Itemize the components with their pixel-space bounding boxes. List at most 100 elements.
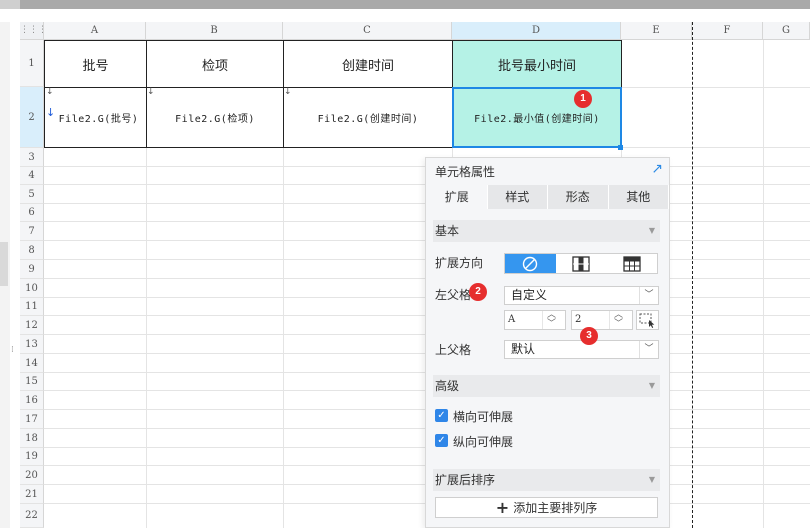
row-header-19[interactable]: 19 <box>20 448 44 466</box>
panel-title: 单元格属性 <box>435 165 496 179</box>
row-header-17[interactable]: 17 <box>20 410 44 429</box>
cell-c2[interactable]: File2.G(创建时间) <box>283 87 453 148</box>
chevron-down-icon[interactable]: ﹀ <box>639 287 658 304</box>
resize-grip-icon[interactable]: ⁞ <box>11 345 14 355</box>
row-header-7[interactable]: 7 <box>20 222 44 241</box>
row-header-6[interactable]: 6 <box>20 204 44 222</box>
tab-style[interactable]: 样式 <box>487 185 548 209</box>
row-header-22[interactable]: 22 <box>20 504 44 528</box>
vertical-extend-label: 纵向可伸展 <box>453 435 514 449</box>
expand-marker-icon: ↓ <box>284 87 292 97</box>
popout-icon[interactable]: ↗ <box>651 161 663 177</box>
row-header-13[interactable]: 13 <box>20 335 44 354</box>
cell-b2[interactable]: File2.G(检项) <box>146 87 284 148</box>
row-header-18[interactable]: 18 <box>20 429 44 448</box>
top-toolbar <box>0 0 810 22</box>
direction-vertical-button[interactable] <box>556 254 607 273</box>
chevron-down-icon[interactable]: ﹀ <box>639 341 658 358</box>
add-primary-sort-button[interactable]: + 添加主要排列序 <box>435 497 658 518</box>
expand-down-icon: ↓ <box>46 106 56 119</box>
direction-horizontal-button[interactable] <box>606 254 657 273</box>
stepper-down-icon[interactable]: ﹀ <box>614 320 623 329</box>
left-parent-column-stepper[interactable]: A ︿ ﹀ <box>504 310 566 330</box>
section-sort-label: 扩展后排序 <box>435 473 496 487</box>
no-expand-icon <box>523 256 538 271</box>
expand-direction-group <box>504 253 658 274</box>
expand-marker-icon: ↓ <box>147 87 155 97</box>
cell-b1[interactable]: 检项 <box>146 40 284 88</box>
gridline <box>763 40 764 528</box>
column-header-f[interactable]: F <box>692 22 763 40</box>
row-header-16[interactable]: 16 <box>20 391 44 410</box>
column-header-d[interactable]: D <box>452 22 621 40</box>
column-header-g[interactable]: G <box>763 22 810 40</box>
left-side-strip: ⁞ <box>0 22 14 528</box>
section-basic[interactable]: 基本 ▼ <box>433 220 660 242</box>
row-header-8[interactable]: 8 <box>20 241 44 260</box>
row-header-5[interactable]: 5 <box>20 185 44 204</box>
left-parent-select[interactable]: 自定义 ﹀ <box>504 286 659 305</box>
row-header-4[interactable]: 4 <box>20 167 44 185</box>
section-advanced[interactable]: 高级 ▼ <box>433 375 660 397</box>
row-header-9[interactable]: 9 <box>20 260 44 279</box>
toolbar-left-area <box>0 0 20 9</box>
left-parent-row-value: 2 <box>575 314 582 325</box>
tab-expand[interactable]: 扩展 <box>427 185 488 209</box>
expand-marker-icon: ↓ <box>46 87 54 97</box>
stepper-arrows[interactable]: ︿ ﹀ <box>609 311 632 329</box>
left-parent-column-value: A <box>508 314 516 325</box>
select-cell-icon <box>639 313 655 328</box>
top-parent-select[interactable]: 默认 ﹀ <box>504 340 659 359</box>
top-parent-label: 上父格 <box>435 343 472 357</box>
select-all-corner[interactable]: ⋮⋮⋮ <box>20 22 47 40</box>
annotation-badge-1: 1 <box>574 90 592 108</box>
row-header-3[interactable]: 3 <box>20 148 44 167</box>
panel-tabs: 扩展 样式 形态 其他 <box>427 185 669 209</box>
fill-handle[interactable] <box>618 145 623 150</box>
cell-picker-button[interactable] <box>636 310 659 330</box>
stepper-down-icon[interactable]: ﹀ <box>547 320 556 329</box>
row-header-10[interactable]: 10 <box>20 279 44 298</box>
toolbar-strip <box>20 0 810 9</box>
horizontal-extend-label: 横向可伸展 <box>453 410 514 424</box>
tab-other[interactable]: 其他 <box>608 185 669 209</box>
add-sort-label: 添加主要排列序 <box>513 501 598 515</box>
section-advanced-label: 高级 <box>435 379 460 393</box>
gridline <box>621 87 810 88</box>
cell-d1[interactable]: 批号最小时间 <box>452 40 622 88</box>
cell-a2[interactable]: File2.G(批号) <box>44 87 147 148</box>
row-header-14[interactable]: 14 <box>20 354 44 373</box>
row-header-11[interactable]: 11 <box>20 298 44 316</box>
column-header-b[interactable]: B <box>146 22 283 40</box>
collapse-icon[interactable]: ▼ <box>649 375 655 397</box>
top-parent-value: 默认 <box>511 342 536 356</box>
left-parent-value: 自定义 <box>511 288 548 302</box>
section-basic-label: 基本 <box>435 224 460 238</box>
cell-d2[interactable]: File2.最小值(创建时间) <box>452 87 622 148</box>
collapse-icon[interactable]: ▼ <box>649 220 655 242</box>
vertical-expand-icon <box>572 255 590 272</box>
horizontal-extend-checkbox[interactable]: ✓ <box>435 409 448 422</box>
side-marker <box>0 242 8 286</box>
column-header-e[interactable]: E <box>621 22 692 40</box>
left-parent-row-stepper[interactable]: 2 ︿ ﹀ <box>571 310 633 330</box>
cell-a1[interactable]: 批号 <box>44 40 147 88</box>
cell-c1[interactable]: 创建时间 <box>283 40 453 88</box>
section-sort-after-expand[interactable]: 扩展后排序 ▼ <box>433 469 660 491</box>
column-header-c[interactable]: C <box>283 22 452 40</box>
stepper-arrows[interactable]: ︿ ﹀ <box>542 311 565 329</box>
row-header-20[interactable]: 20 <box>20 466 44 485</box>
row-header-21[interactable]: 21 <box>20 485 44 504</box>
row-header-15[interactable]: 15 <box>20 373 44 391</box>
direction-none-button[interactable] <box>505 254 556 273</box>
column-header-a[interactable]: A <box>44 22 146 40</box>
horizontal-expand-icon <box>623 255 641 272</box>
vertical-extend-checkbox[interactable]: ✓ <box>435 434 448 447</box>
row-header-2[interactable]: 2 <box>20 87 44 148</box>
left-parent-label: 左父格 <box>435 288 472 302</box>
tab-form[interactable]: 形态 <box>548 185 609 209</box>
collapse-icon[interactable]: ▼ <box>649 469 655 491</box>
row-header-12[interactable]: 12 <box>20 316 44 335</box>
plus-icon: + <box>495 498 510 517</box>
row-header-1[interactable]: 1 <box>20 40 44 87</box>
